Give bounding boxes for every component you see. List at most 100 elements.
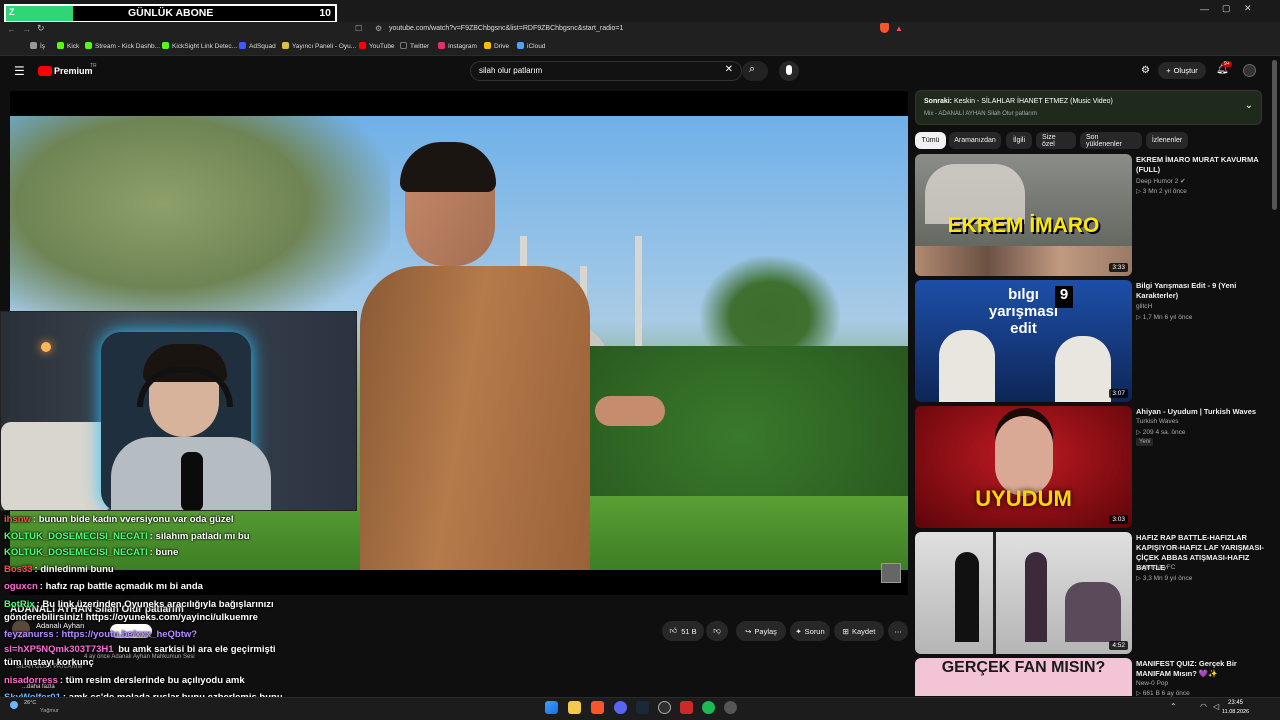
rec-meta: ▷ 3 Mn 2 yıl önce (1136, 188, 1187, 195)
search-button[interactable]: ⌕ (742, 61, 768, 81)
like-button[interactable]: 👍︎ 51 B (662, 621, 704, 641)
bookmark-instagram[interactable]: Instagram (438, 42, 477, 50)
rec-thumbnail[interactable]: 4:52 (915, 532, 1132, 654)
share-button[interactable]: ↪ Paylaş (736, 621, 786, 641)
rec-title[interactable]: EKREM İMARO MURAT KAVURMA (FULL) (1136, 155, 1270, 175)
channel-watermark[interactable] (881, 563, 901, 583)
bookmark-youtube[interactable]: YouTube (359, 42, 395, 50)
chip-watched[interactable]: İzlenenler (1146, 132, 1188, 149)
chevron-down-icon[interactable]: ⌄ (1245, 100, 1253, 111)
rec-channel[interactable]: Turkish Waves (1136, 418, 1179, 425)
url-field[interactable]: youtube.com/watch?v=F9ZBChbgsnc&list=RDF… (389, 25, 623, 32)
file-explorer-icon[interactable] (568, 701, 581, 714)
streamer-webcam (0, 311, 357, 511)
recorder-icon[interactable] (680, 701, 693, 714)
cast-icon[interactable]: ⚙ (1141, 65, 1150, 76)
weather-text: Yağmur (40, 708, 59, 714)
settings-icon[interactable] (724, 701, 737, 714)
rec-thumbnail[interactable]: EKREM İMARO 3:33 (915, 154, 1132, 276)
video-duration: 4:52 (1109, 641, 1128, 650)
chip-from-search[interactable]: Aramanızdan (949, 132, 1001, 149)
bookmark-icon[interactable]: ☐ (355, 24, 362, 33)
new-badge: Yeni (1136, 438, 1154, 446)
next-up-label: Sonraki: Keskin - SİLAHLAR İHANET ETMEZ … (924, 98, 1113, 105)
chip-all[interactable]: Tümü (915, 132, 946, 149)
chat-message: oguxcn: hafız rap battle açmadık mı bi a… (4, 581, 203, 592)
next-up-card[interactable]: Sonraki: Keskin - SİLAHLAR İHANET ETMEZ … (915, 90, 1262, 125)
create-button[interactable]: + Oluştur (1158, 62, 1206, 79)
menu-icon[interactable]: ☰ (14, 64, 25, 78)
bookmark-is[interactable]: İş (30, 42, 45, 50)
rec-thumbnail[interactable]: GERÇEK FAN MISIN? (915, 658, 1132, 696)
rec-channel[interactable]: glitcH (1136, 303, 1152, 310)
page-scrollbar[interactable] (1272, 60, 1277, 210)
chat-text: : https://youtu.be/xxx_heQbtw? (55, 629, 198, 640)
rec-title[interactable]: Bilgi Yarışması Edit - 9 (Yeni Karakterl… (1136, 281, 1270, 301)
chip-for-you[interactable]: Size özel (1036, 132, 1076, 149)
save-button[interactable]: ⊞ Kaydet (834, 621, 884, 641)
avatar[interactable] (1243, 64, 1256, 77)
rec-meta: ▷ 1,7 Mn 6 yıl önce (1136, 314, 1193, 321)
thumb-figure (1065, 582, 1121, 642)
thumb-caption: UYUDUM (975, 486, 1072, 511)
rec-channel[interactable]: New-0 Pop (1136, 680, 1168, 687)
reload-icon[interactable]: ↻ (37, 23, 45, 34)
discord-icon[interactable] (614, 701, 627, 714)
chat-username: oguxcn (4, 581, 38, 592)
rec-thumbnail[interactable]: UYUDUM 3:03 (915, 406, 1132, 528)
rec-title[interactable]: MANIFEST QUIZ: Gerçek Bir MANIFAM Mısın?… (1136, 659, 1270, 679)
clock-date[interactable]: 11.08.2026 (1222, 709, 1249, 715)
rec-channel[interactable]: Deep Humor 2 ✔ (1136, 177, 1186, 185)
ask-button[interactable]: ✦ Sorun (790, 621, 830, 641)
window-minimize[interactable]: — (1200, 4, 1209, 14)
chat-username: feyzanurss (4, 629, 54, 640)
window-maximize[interactable]: ▢ (1222, 3, 1231, 14)
dislike-button[interactable]: 👎︎ (706, 621, 728, 641)
site-settings-icon[interactable]: ⚙ (375, 24, 382, 33)
forward-icon[interactable]: → (22, 24, 31, 34)
start-icon[interactable] (545, 701, 558, 714)
volume-icon[interactable]: ◁ (1213, 702, 1219, 711)
steam-icon[interactable] (636, 701, 649, 714)
bookmark-icloud[interactable]: iCloud (517, 42, 545, 50)
address-bar (0, 22, 1280, 39)
video-duration: 3:07 (1109, 389, 1128, 398)
clock-time[interactable]: 23:45 (1228, 700, 1243, 706)
rec-title[interactable]: Ahiyan - Uyudum | Turkish Waves (1136, 407, 1270, 417)
voice-search-button[interactable] (779, 61, 799, 81)
search-input[interactable]: silah olur patlarım (479, 66, 542, 75)
search-box[interactable]: silah olur patlarım ✕ (470, 61, 742, 81)
brave-shield-icon[interactable] (880, 23, 889, 33)
more-actions-button[interactable]: ⋯ (888, 621, 908, 641)
tray-chevron-icon[interactable]: ⌃ (1170, 702, 1177, 711)
wifi-icon[interactable]: ◠ (1200, 702, 1207, 711)
bookmark-drive[interactable]: Drive (484, 42, 509, 50)
bookmark-kick[interactable]: Kick (57, 42, 79, 50)
bookmark-kicksight[interactable]: KickSight Link Detec... (162, 42, 237, 50)
obs-icon[interactable] (658, 701, 671, 714)
weather-icon[interactable] (10, 701, 18, 709)
back-icon[interactable]: ← (7, 24, 16, 34)
bookmark-adsquad[interactable]: AdSquad (239, 42, 276, 50)
window-close[interactable]: ✕ (1244, 3, 1252, 14)
chat-message: BotRix: Bu link üzerinden Oyuneks aracıl… (4, 598, 294, 624)
brave-rewards-icon[interactable]: ▲ (895, 24, 903, 33)
bookmark-yayinci[interactable]: Yayıncı Paneli - Oyu... (282, 42, 356, 50)
clear-search-icon[interactable]: ✕ (725, 64, 733, 75)
youtube-premium-logo[interactable]: Premium (54, 66, 93, 76)
rec-thumbnail[interactable]: bılgı yarışması edit 9 3:07 (915, 280, 1132, 402)
create-label: Oluştur (1173, 66, 1198, 75)
singer-hand (595, 396, 665, 426)
spotify-icon[interactable] (702, 701, 715, 714)
chip-related[interactable]: İlgili (1006, 132, 1032, 149)
bookmark-twitter[interactable]: Twitter (400, 42, 429, 50)
next-up-title: Keskin - SİLAHLAR İHANET ETMEZ (Music Vi… (953, 98, 1113, 105)
rec-channel[interactable]: LegendaryFC (1136, 564, 1175, 571)
chat-username: KOLTUK_DOSEMECISI_NECATI (4, 531, 148, 542)
search-icon: ⌕ (749, 63, 756, 75)
bookmark-stream[interactable]: Stream - Kick Dashb... (85, 42, 160, 50)
brave-icon[interactable] (591, 701, 604, 714)
youtube-logo-icon[interactable] (38, 66, 52, 76)
chip-recent[interactable]: Son yüklenenler (1080, 132, 1142, 149)
chat-username: nisadorress (4, 675, 58, 686)
